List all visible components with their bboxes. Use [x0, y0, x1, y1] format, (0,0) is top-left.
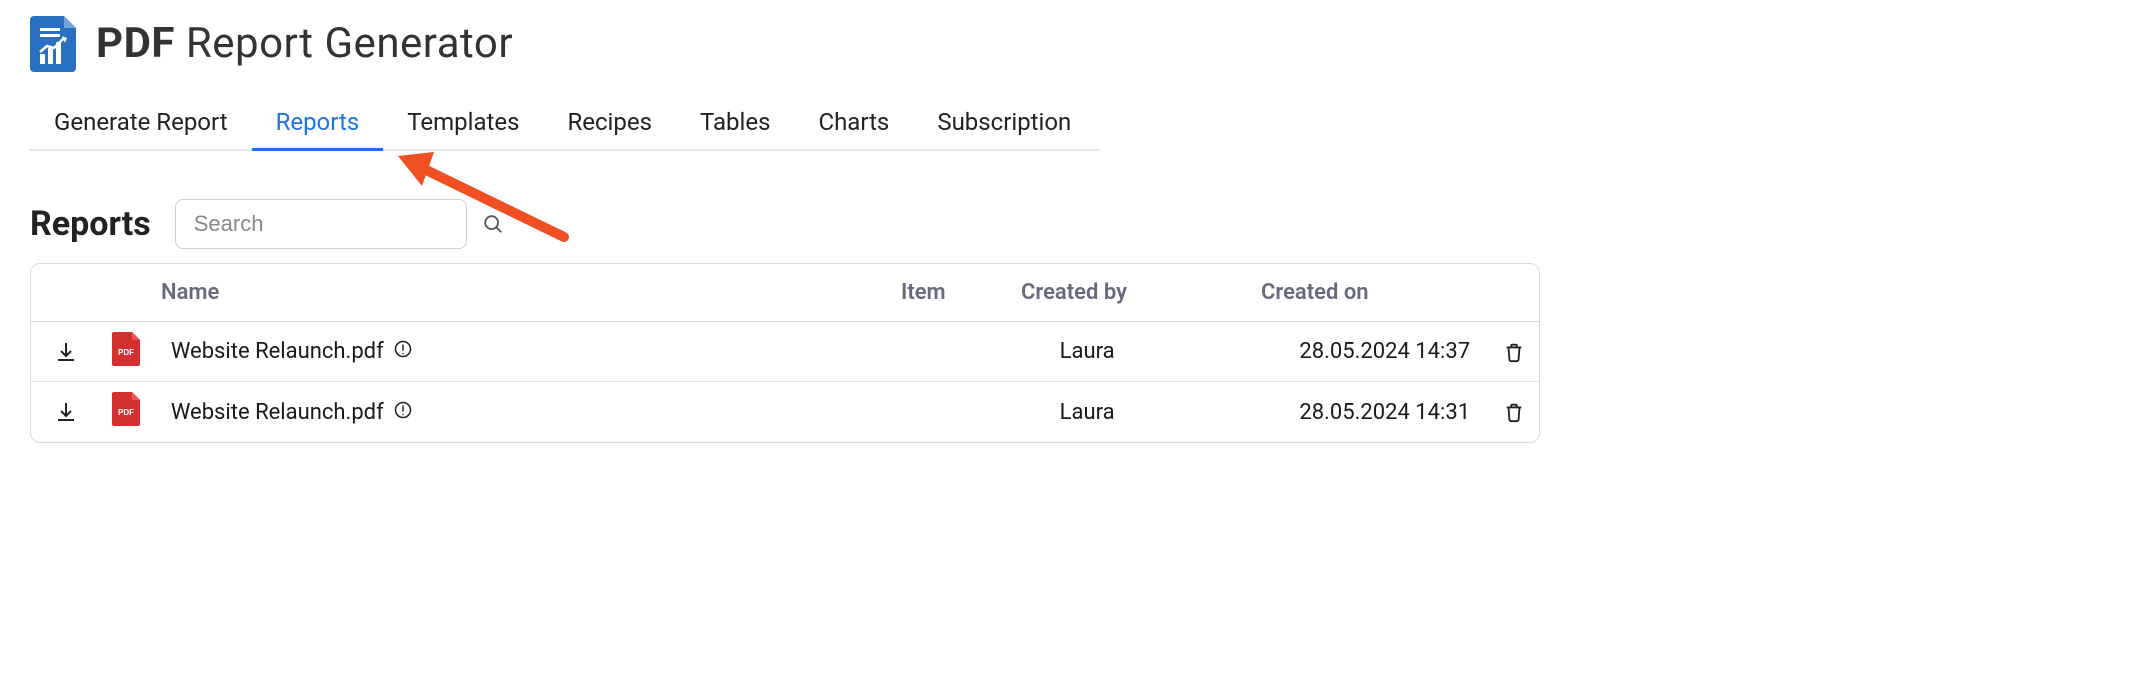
- report-created-on: 28.05.2024 14:31: [1299, 400, 1489, 425]
- tab-recipes[interactable]: Recipes: [543, 96, 676, 151]
- app-title: PDF Report Generator: [96, 19, 513, 68]
- report-name: Website Relaunch.pdf: [171, 339, 384, 364]
- search-box[interactable]: [175, 199, 467, 249]
- info-icon[interactable]: [394, 339, 412, 364]
- report-name: Website Relaunch.pdf: [171, 400, 384, 425]
- tab-generate-report[interactable]: Generate Report: [30, 96, 252, 151]
- table-row[interactable]: PDF Website Relaunch.pdf Laura 28.05.202…: [31, 322, 1539, 382]
- download-icon[interactable]: [54, 400, 78, 424]
- search-icon[interactable]: [482, 213, 504, 235]
- reports-table: Name Item Created by Created on PDF: [30, 263, 1540, 443]
- tab-templates[interactable]: Templates: [383, 96, 543, 151]
- trash-icon[interactable]: [1503, 341, 1525, 363]
- col-header-created-on[interactable]: Created on: [1251, 280, 1441, 305]
- report-created-by: Laura: [1060, 400, 1300, 425]
- page-title: Reports: [30, 204, 151, 244]
- trash-icon[interactable]: [1503, 401, 1525, 423]
- table-header: Name Item Created by Created on: [31, 264, 1539, 322]
- report-created-by: Laura: [1060, 339, 1300, 364]
- col-header-name[interactable]: Name: [101, 280, 891, 305]
- app-title-bold: PDF: [96, 19, 175, 68]
- info-icon[interactable]: [394, 400, 412, 425]
- app-title-rest: Report Generator: [186, 19, 513, 68]
- tab-reports[interactable]: Reports: [252, 96, 384, 151]
- page-subheader: Reports: [30, 199, 2112, 249]
- svg-text:PDF: PDF: [118, 408, 134, 417]
- tab-charts[interactable]: Charts: [794, 96, 913, 151]
- pdf-file-icon: PDF: [112, 392, 140, 432]
- tab-subscription[interactable]: Subscription: [913, 96, 1095, 151]
- col-header-item[interactable]: Item: [891, 280, 1011, 305]
- main-tabs: Generate Report Reports Templates Recipe…: [30, 96, 1100, 151]
- search-input[interactable]: [194, 211, 482, 237]
- svg-text:PDF: PDF: [118, 348, 134, 357]
- pdf-file-icon: PDF: [112, 332, 140, 372]
- col-header-created-by[interactable]: Created by: [1011, 280, 1251, 305]
- report-created-on: 28.05.2024 14:37: [1299, 339, 1489, 364]
- table-row[interactable]: PDF Website Relaunch.pdf Laura 28.05.202…: [31, 382, 1539, 442]
- download-icon[interactable]: [54, 340, 78, 364]
- tab-tables[interactable]: Tables: [676, 96, 794, 151]
- app-header: PDF Report Generator: [30, 14, 2112, 72]
- document-chart-icon: [30, 14, 80, 72]
